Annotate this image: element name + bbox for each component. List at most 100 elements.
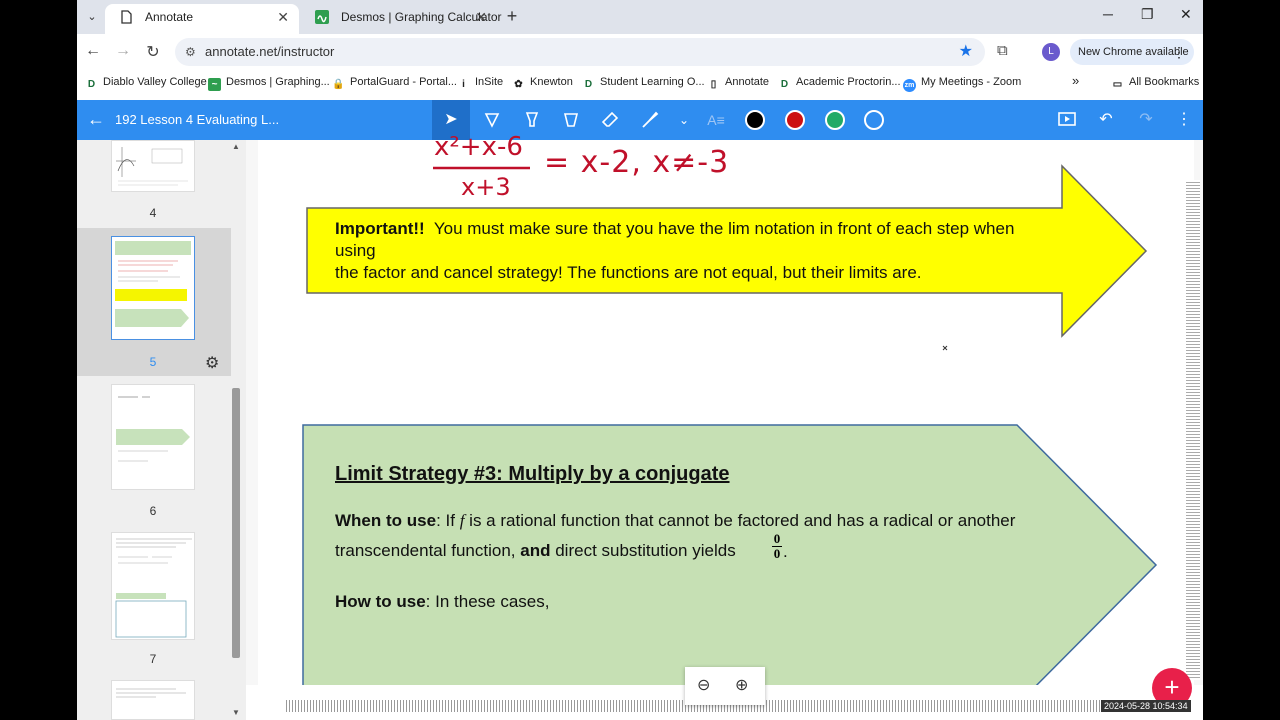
avatar[interactable]: L (1042, 43, 1060, 61)
tab-annotate[interactable]: Annotate ✕ (105, 4, 299, 34)
bookmark-item[interactable]: zm My Meetings - Zoom (903, 76, 1021, 92)
color-red[interactable] (785, 110, 805, 130)
knewton-icon: ✿ (514, 79, 523, 90)
zoom-icon: zm (903, 79, 916, 92)
when-to-use-line2: transcendental function, and direct subs… (335, 541, 736, 560)
color-black[interactable] (745, 110, 765, 130)
present-icon[interactable] (1056, 109, 1078, 131)
close-icon[interactable]: ✕ (475, 4, 487, 30)
tab-desmos[interactable]: Desmos | Graphing Calculator ✕ (301, 4, 502, 34)
important-note: Important!! You must make sure that you … (335, 218, 1055, 284)
redo-icon[interactable]: ↷ (1135, 109, 1157, 131)
back-arrow-icon[interactable]: ← (87, 109, 105, 130)
highlighter-tool-icon[interactable] (560, 109, 582, 131)
page-thumbnail-7[interactable] (111, 532, 195, 640)
zero-over-zero: 0 0 (772, 531, 782, 561)
scroll-down-icon[interactable]: ▼ (232, 708, 240, 717)
back-icon[interactable]: ← (83, 42, 103, 60)
color-blue[interactable] (864, 110, 884, 130)
url-text: annotate.net/instructor (205, 44, 335, 59)
page-number: 4 (149, 206, 157, 220)
bookmark-item[interactable]: i InSite (457, 76, 503, 91)
site-settings-icon[interactable]: ⚙ (185, 38, 196, 66)
when-label: When to use (335, 511, 437, 530)
restore-icon[interactable]: ❐ (1141, 6, 1154, 23)
document-page: x²+x-6 x+3 = x-2, x≠-3 Important!! You m… (258, 134, 1194, 685)
page-icon: ▯ (710, 79, 717, 90)
bookmark-star-icon[interactable]: ★ (959, 38, 973, 66)
handwritten-result: = x-2, x≠-3 (544, 145, 730, 180)
address-toolbar: ← → ↻ ⚙ annotate.net/instructor ★ ⧉ L Ne… (77, 34, 1203, 70)
thumbnail-preview (116, 688, 186, 698)
bookmark-item[interactable]: D Academic Proctorin... (778, 76, 901, 91)
eraser-icon[interactable] (599, 109, 621, 131)
tab-search-icon[interactable]: ⌄ (83, 8, 101, 26)
zoom-out-icon[interactable]: ⊖ (697, 675, 710, 695)
text-tool-icon[interactable]: A≡ (705, 109, 727, 131)
dvc-icon: D (780, 79, 789, 90)
tab-strip: ⌄ Annotate ✕ Desmos | Graphing Calculato… (77, 0, 1203, 34)
strategy-title: Limit Strategy #3: Multiply by a conjuga… (335, 463, 730, 485)
forward-icon[interactable]: → (113, 42, 133, 60)
marker-tool-icon[interactable] (521, 109, 543, 131)
cursor-marker (942, 345, 948, 351)
document-title: 192 Lesson 4 Evaluating L... (115, 112, 280, 127)
scroll-up-icon[interactable]: ▲ (232, 142, 240, 151)
function-f: f (459, 511, 465, 530)
thumbnail-preview (116, 147, 188, 186)
color-green[interactable] (825, 110, 845, 130)
reload-icon[interactable]: ↻ (143, 42, 163, 62)
vertical-scrollbar[interactable] (1186, 180, 1200, 680)
zoom-in-icon[interactable]: ⊕ (735, 675, 748, 695)
chrome-update-button[interactable]: New Chrome available ⋮ (1070, 39, 1194, 65)
window-close-icon[interactable]: ✕ (1180, 6, 1192, 23)
how-label: How to use (335, 592, 426, 611)
minimize-icon[interactable]: ─ (1103, 6, 1113, 22)
thumbnail-preview (115, 538, 192, 638)
dvc-icon: D (87, 79, 96, 90)
more-bookmarks-icon[interactable]: » (1072, 73, 1079, 88)
bookmark-item[interactable]: D Diablo Valley College (85, 76, 207, 91)
page-thumbnail-8[interactable] (111, 680, 195, 720)
handwritten-denominator: x+3 (461, 173, 511, 201)
folder-icon: ▭ (1112, 79, 1123, 90)
important-heading: Important!! (335, 219, 425, 238)
extensions-icon[interactable]: ⧉ (997, 42, 1008, 59)
undo-icon[interactable]: ↶ (1095, 109, 1117, 131)
timestamp: 2024-05-28 10:54:34 (1101, 700, 1191, 712)
page-thumbnail-5[interactable] (111, 236, 195, 340)
period: . (783, 542, 788, 561)
menu-dots-icon[interactable]: ⋮ (1172, 39, 1186, 65)
how-to-use: How to use: In these cases, (335, 592, 550, 611)
gear-icon[interactable]: ⚙ (205, 353, 219, 373)
close-icon[interactable]: ✕ (277, 4, 289, 30)
chevron-down-icon[interactable]: ⌄ (673, 109, 695, 131)
insite-icon: i (462, 79, 465, 90)
page-icon (121, 10, 132, 24)
new-tab-button[interactable]: + (501, 6, 523, 28)
tab-label: Annotate (145, 10, 194, 24)
bookmarks-bar: D Diablo Valley College ~ Desmos | Graphin… (77, 70, 1203, 98)
important-text-1: You must make sure that you have the lim… (335, 219, 1015, 260)
address-bar[interactable]: ⚙ annotate.net/instructor ★ (175, 38, 985, 66)
bookmark-item[interactable]: ▯ Annotate (707, 76, 769, 91)
brush-tool-icon[interactable] (639, 109, 661, 131)
sidebar-scrollbar[interactable] (232, 388, 240, 658)
document-canvas[interactable]: x²+x-6 x+3 = x-2, x≠-3 Important!! You m… (246, 134, 1203, 685)
handwritten-numerator: x²+x-6 (434, 132, 523, 162)
dvc-icon: D (584, 79, 593, 90)
bookmark-item[interactable]: 🔒 PortalGuard - Portal... (332, 76, 457, 91)
page-number: 7 (149, 652, 157, 666)
page-number: 6 (149, 504, 157, 518)
bookmark-item[interactable]: ✿ Knewton (512, 76, 573, 91)
page-thumbnail-6[interactable] (111, 384, 195, 490)
important-text-2: the factor and cancel strategy! The func… (335, 263, 922, 282)
bookmark-item[interactable]: D Student Learning O... (582, 76, 705, 91)
more-menu-icon[interactable]: ⋮ (1173, 109, 1195, 131)
desmos-icon (315, 10, 329, 24)
all-bookmarks[interactable]: ▭ All Bookmarks (1111, 76, 1200, 91)
pen-tool-icon[interactable] (481, 109, 503, 131)
page-thumbnail-4[interactable] (111, 140, 195, 192)
lock-icon: 🔒 (332, 79, 345, 90)
bookmark-item[interactable]: ~ Desmos | Graphing... (208, 76, 330, 91)
